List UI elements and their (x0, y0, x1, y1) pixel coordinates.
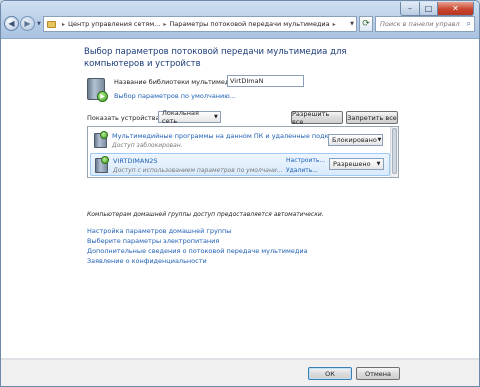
breadcrumb-network-center[interactable]: Центр управления сетям... (68, 20, 160, 28)
allow-all-button[interactable]: Разрешить все (291, 110, 343, 126)
device-status-text: Доступ с использованием параметров по ум… (113, 167, 283, 174)
refresh-button[interactable]: ⟳ (359, 16, 373, 32)
control-panel-window: – □ ✕ ◀ ▶ ▼ ▸ Центр управления сетям... … (0, 0, 480, 387)
search-input[interactable] (380, 20, 460, 28)
main-content: Выбор параметров потоковой передачи муль… (1, 40, 479, 359)
default-settings-link[interactable]: Выбор параметров по умолчанию... (114, 92, 236, 100)
window-controls: – □ ✕ (400, 2, 474, 16)
chevron-right-icon[interactable]: ▸ (163, 21, 166, 28)
customize-link[interactable]: Настроить... (286, 157, 325, 164)
list-item[interactable]: VIRTDIMAN2S Доступ с использованием пара… (90, 153, 390, 176)
deny-all-button[interactable]: Запретить все (346, 111, 398, 124)
control-panel-folder-icon (47, 20, 56, 28)
cancel-button[interactable]: Отмена (356, 367, 400, 380)
media-device-icon (94, 131, 108, 148)
play-icon: ▶ (97, 91, 108, 102)
scrollbar-thumb[interactable] (392, 128, 397, 174)
list-scrollbar[interactable] (390, 127, 398, 177)
device-list[interactable]: Мультимедийные программы на данном ПК и … (87, 126, 399, 178)
history-dropdown-icon[interactable]: ▼ (37, 21, 41, 27)
play-icon (100, 131, 108, 139)
show-devices-select[interactable]: Локальная сеть ▼ (158, 109, 221, 125)
device-access-value: Блокировано (332, 136, 377, 144)
address-bar[interactable]: ▸ Центр управления сетям... ▸ Параметры … (43, 16, 357, 32)
minimize-button[interactable]: – (400, 2, 420, 16)
address-dropdown-icon[interactable]: ▼ (350, 21, 356, 27)
chevron-right-icon[interactable]: ▸ (62, 21, 65, 28)
forward-button[interactable]: ▶ (20, 16, 35, 31)
privacy-statement-link[interactable]: Заявление о конфиденциальности (87, 256, 308, 266)
search-box[interactable]: ⌕ (375, 16, 475, 32)
device-access-value: Разрешено (333, 160, 371, 168)
homegroup-info-text: Компьютерам домашней группы доступ предо… (87, 211, 324, 218)
chevron-right-icon[interactable]: ▸ (333, 21, 336, 28)
close-button[interactable]: ✕ (438, 2, 474, 16)
device-access-select[interactable]: Разрешено ▼ (329, 158, 384, 170)
device-access-select[interactable]: Блокировано ▼ (328, 134, 383, 146)
library-name-label: Название библиотеки мультимедиа: (114, 78, 240, 86)
media-library-icon: ▶ (87, 78, 108, 102)
ok-button[interactable]: ОК (308, 367, 352, 380)
media-device-icon (95, 156, 109, 173)
search-icon[interactable]: ⌕ (467, 19, 474, 29)
page-title: Выбор параметров потоковой передачи муль… (84, 47, 347, 69)
navigation-buttons: ◀ ▶ ▼ (4, 16, 43, 31)
dropdown-arrow-icon[interactable]: ▼ (377, 137, 382, 143)
library-name-input[interactable] (227, 75, 304, 87)
dropdown-arrow-icon[interactable]: ▼ (212, 114, 220, 120)
related-links: Настройка параметров домашней группы Выб… (87, 226, 308, 266)
breadcrumb-media-streaming[interactable]: Параметры потоковой передачи мультимедиа (169, 20, 329, 28)
show-devices-value: Локальная сеть (162, 109, 199, 125)
device-status-text: Доступ заблокирован. (112, 142, 183, 149)
device-title: Мультимедийные программы на данном ПК и … (112, 132, 353, 140)
list-item[interactable]: Мультимедийные программы на данном ПК и … (90, 129, 390, 152)
window-frame-top: – □ ✕ ◀ ▶ ▼ ▸ Центр управления сетям... … (1, 1, 479, 39)
maximize-button[interactable]: □ (420, 2, 438, 16)
homegroup-settings-link[interactable]: Настройка параметров домашней группы (87, 226, 308, 236)
dropdown-arrow-icon[interactable]: ▼ (374, 161, 383, 167)
streaming-info-link[interactable]: Дополнительные сведения о потоковой пере… (87, 246, 308, 256)
delete-link[interactable]: Удалить... (286, 167, 318, 174)
back-button[interactable]: ◀ (4, 16, 19, 31)
dialog-footer: ОК Отмена (1, 359, 479, 386)
power-options-link[interactable]: Выберите параметры электропитания (87, 236, 308, 246)
device-title: VIRTDIMAN2S (113, 157, 158, 165)
play-icon (101, 156, 109, 164)
